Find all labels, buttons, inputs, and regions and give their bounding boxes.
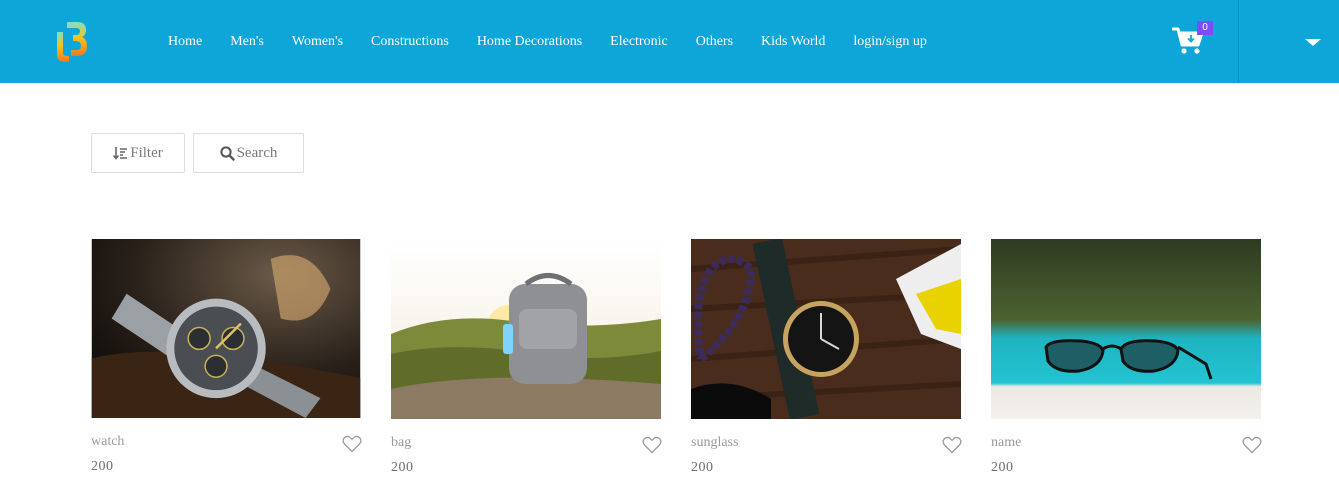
nav-link-home[interactable]: Home (168, 34, 202, 50)
product-card: name 200 (991, 239, 1262, 475)
heart-icon[interactable] (942, 436, 962, 454)
brand-logo[interactable] (55, 18, 89, 62)
nav-link-electronic[interactable]: Electronic (610, 34, 668, 50)
search-label: Search (236, 144, 278, 161)
filter-button[interactable]: Filter (91, 133, 185, 173)
product-price: 200 (691, 460, 714, 475)
product-image-bag[interactable] (391, 239, 661, 419)
product-name[interactable]: bag (391, 435, 411, 451)
search-icon (219, 145, 235, 161)
product-price: 200 (991, 460, 1014, 475)
product-price: 200 (91, 459, 114, 474)
nav-divider (1238, 0, 1239, 83)
product-name[interactable]: sunglass (691, 435, 738, 451)
nav-link-womens[interactable]: Women's (292, 34, 343, 50)
nav-link-mens[interactable]: Men's (230, 34, 264, 50)
nav-link-login-signup[interactable]: login/sign up (853, 34, 927, 50)
heart-icon[interactable] (1242, 436, 1262, 454)
product-image-watch[interactable] (91, 239, 361, 418)
product-card: sunglass 200 (691, 239, 962, 475)
cart-count-badge: 0 (1197, 21, 1213, 35)
nav-link-kids-world[interactable]: Kids World (761, 34, 825, 50)
heart-icon[interactable] (642, 436, 662, 454)
chevron-down-icon[interactable] (1300, 32, 1326, 52)
nav-link-constructions[interactable]: Constructions (371, 34, 449, 50)
product-image-sunglass[interactable] (691, 239, 961, 419)
heart-icon[interactable] (342, 435, 362, 453)
product-name[interactable]: name (991, 435, 1021, 451)
search-button[interactable]: Search (193, 133, 304, 173)
nav-link-others[interactable]: Others (696, 34, 733, 50)
product-image-name[interactable] (991, 239, 1261, 419)
top-navbar: Home Men's Women's Constructions Home De… (0, 0, 1339, 83)
main-nav: Home Men's Women's Constructions Home De… (168, 0, 955, 83)
nav-link-home-decorations[interactable]: Home Decorations (477, 34, 582, 50)
product-name[interactable]: watch (91, 434, 124, 450)
sort-icon (113, 147, 128, 160)
filter-label: Filter (130, 144, 163, 161)
product-card: watch 200 (91, 239, 362, 474)
product-price: 200 (391, 460, 414, 475)
product-card: bag 200 (391, 239, 662, 475)
